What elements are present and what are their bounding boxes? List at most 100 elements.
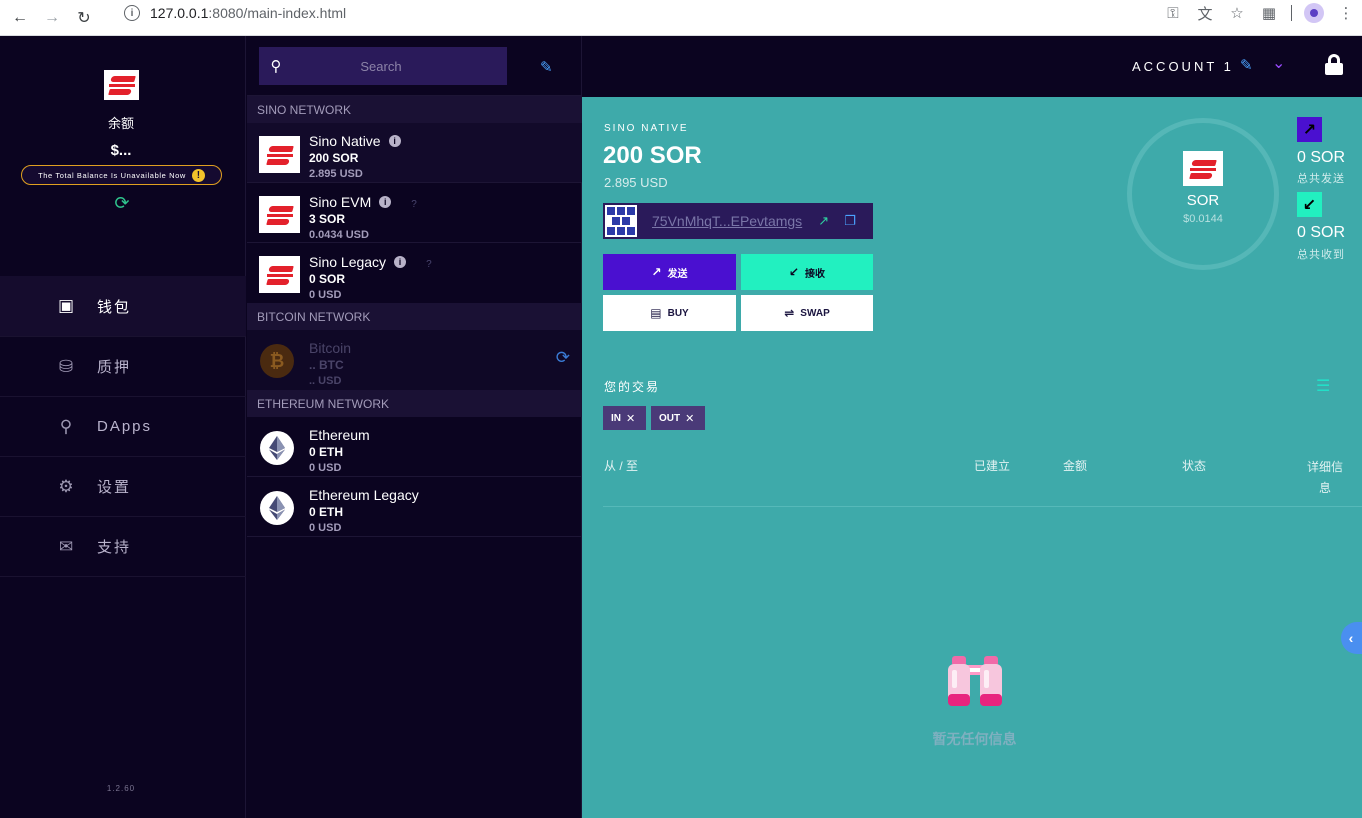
sino-logo-icon	[104, 70, 139, 100]
sidebar-item-label: 钱包	[97, 298, 132, 316]
chip-label: OUT	[659, 412, 681, 424]
star-icon[interactable]: ☆	[1221, 1, 1253, 25]
qr-code-icon[interactable]	[605, 205, 637, 237]
search-input[interactable]	[293, 58, 507, 74]
asset-usd: 0 USD	[309, 289, 342, 301]
external-link-icon[interactable]: ↗	[818, 213, 829, 229]
search-icon: ⚲	[59, 416, 75, 436]
refresh-icon[interactable]: ⟳	[556, 348, 570, 368]
card-icon: ▤	[650, 306, 662, 320]
sidebar-item-settings[interactable]: ⚙ 设置	[0, 457, 246, 517]
extensions-icon[interactable]: ▦	[1253, 1, 1285, 25]
app-version: 1.2.60	[106, 784, 136, 793]
forward-icon[interactable]: →	[40, 6, 64, 30]
asset-sino-legacy[interactable]: Sino Legacy i? 0 SOR 0 USD	[247, 243, 582, 303]
info-icon[interactable]: i	[388, 135, 401, 147]
url-text: 127.0.0.1:8080/main-index.html	[150, 5, 346, 21]
help-icon[interactable]: ?	[426, 259, 432, 270]
column-status: 状态	[1182, 459, 1207, 473]
balance-value: $...	[110, 142, 132, 159]
asset-ethereum-legacy[interactable]: Ethereum Legacy 0 ETH 0 USD	[247, 477, 582, 537]
info-icon[interactable]: i	[379, 195, 392, 208]
sidebar-item-staking[interactable]: ⛁ 质押	[0, 337, 246, 397]
sidebar-item-wallet[interactable]: ▣ 钱包	[0, 276, 246, 337]
chevron-down-icon[interactable]: ⌄	[1272, 53, 1285, 73]
reload-icon[interactable]: ↻	[72, 6, 96, 30]
profile-icon[interactable]	[1298, 1, 1330, 25]
sent-arrow-icon: ↗	[1297, 117, 1322, 142]
address-bar[interactable]: i 127.0.0.1:8080/main-index.html	[118, 2, 1238, 24]
asset-balance: 3 SOR	[309, 212, 346, 226]
network-header: SINO NETWORK	[247, 96, 582, 123]
key-icon[interactable]: ⚿	[1157, 1, 1189, 25]
asset-name: Bitcoin	[309, 340, 352, 356]
sidebar: 余额 $... The Total Balance Is Unavailable…	[0, 36, 246, 818]
asset-name: Sino Native	[309, 133, 381, 149]
column-amount: 金额	[1063, 459, 1088, 473]
lock-icon[interactable]	[1325, 54, 1343, 76]
site-info-icon[interactable]: i	[124, 5, 140, 21]
copy-icon[interactable]: ❐	[844, 213, 856, 229]
asset-detail-panel: ACCOUNT 1 ✎ ⌄ SINO NATIVE 200 SOR 2.895 …	[582, 36, 1362, 818]
asset-balance: .. BTC	[309, 358, 344, 372]
table-divider	[603, 506, 1362, 507]
asset-sino-evm[interactable]: Sino EVM i? 3 SOR 0.0434 USD	[247, 183, 582, 243]
asset-name: Sino EVM	[309, 193, 372, 210]
wallet-address[interactable]: 75VnMhqT...EPevtamgs	[652, 213, 802, 229]
ethereum-icon	[259, 430, 295, 466]
filter-icon[interactable]: ☰	[1316, 376, 1330, 396]
token-symbol: SOR	[1186, 192, 1220, 209]
search-field[interactable]: ⚲	[259, 47, 507, 85]
sidebar-item-dapps[interactable]: ⚲ DApps	[0, 397, 246, 457]
asset-usd: 0 USD	[309, 462, 342, 474]
asset-balance: 0 ETH	[309, 445, 344, 459]
wallet-app: 余额 $... The Total Balance Is Unavailable…	[0, 36, 1362, 818]
more-icon[interactable]: ⋮	[1330, 1, 1362, 25]
refresh-icon[interactable]: ⟳	[113, 194, 131, 212]
balance-warning-badge: The Total Balance Is Unavailable Now !	[21, 165, 222, 185]
close-icon[interactable]: ✕	[685, 412, 694, 425]
asset-ethereum[interactable]: Ethereum 0 ETH 0 USD	[247, 417, 582, 477]
asset-usd: 0 USD	[309, 522, 342, 534]
info-icon[interactable]: i	[394, 255, 407, 268]
filter-chip-out[interactable]: OUT ✕	[651, 406, 705, 430]
send-button[interactable]: ↗ 发送	[603, 254, 736, 290]
account-name[interactable]: ACCOUNT 1	[1132, 59, 1234, 74]
collapse-panel-button[interactable]: ‹	[1341, 622, 1362, 654]
search-icon: ⚲	[270, 58, 282, 75]
arrow-up-right-icon: ↗	[651, 265, 662, 279]
sino-logo-icon	[259, 136, 300, 173]
edit-icon[interactable]: ✎	[540, 58, 553, 76]
sidebar-item-support[interactable]: ✉ 支持	[0, 517, 246, 577]
total-received-value: 0 SOR	[1297, 224, 1346, 241]
close-icon[interactable]: ✕	[626, 412, 635, 425]
total-sent-value: 0 SOR	[1297, 149, 1346, 166]
network-header: ETHEREUM NETWORK	[247, 390, 582, 417]
asset-list-panel: ⚲ ✎ SINO NETWORK Sino Native i 200 SOR 2.…	[247, 36, 582, 818]
asset-usd-value: 2.895 USD	[604, 175, 668, 190]
help-icon[interactable]: ?	[411, 199, 417, 210]
asset-sino-native[interactable]: Sino Native i 200 SOR 2.895 USD	[247, 123, 582, 183]
swap-label: SWAP	[800, 307, 830, 319]
transactions-title: 您的交易	[604, 380, 661, 394]
asset-balance: 0 SOR	[309, 272, 346, 286]
asset-bitcoin[interactable]: ₿ Bitcoin .. BTC .. USD ⟳	[247, 330, 582, 390]
swap-button[interactable]: ⇌ SWAP	[741, 295, 873, 331]
buy-button[interactable]: ▤ BUY	[603, 295, 736, 331]
warning-icon: !	[191, 168, 205, 182]
gear-icon: ⚙	[58, 476, 76, 496]
wallet-icon: ▣	[57, 296, 77, 315]
swap-icon: ⇌	[784, 306, 795, 320]
back-icon[interactable]: ←	[8, 6, 32, 30]
receive-button[interactable]: ↙ 接收	[741, 254, 873, 290]
profile-avatar	[1304, 3, 1324, 23]
total-sent-label: 总共发送	[1297, 173, 1345, 185]
database-icon: ⛁	[58, 356, 76, 376]
bitcoin-icon: ₿	[259, 343, 295, 379]
edit-account-icon[interactable]: ✎	[1240, 56, 1253, 74]
asset-list: SINO NETWORK Sino Native i 200 SOR 2.895 …	[247, 96, 582, 537]
filter-chip-in[interactable]: IN ✕	[603, 406, 646, 430]
translate-icon[interactable]: 文	[1189, 1, 1221, 25]
ethereum-icon	[259, 490, 295, 526]
address-bar: 75VnMhqT...EPevtamgs ↗ ❐	[603, 203, 873, 239]
